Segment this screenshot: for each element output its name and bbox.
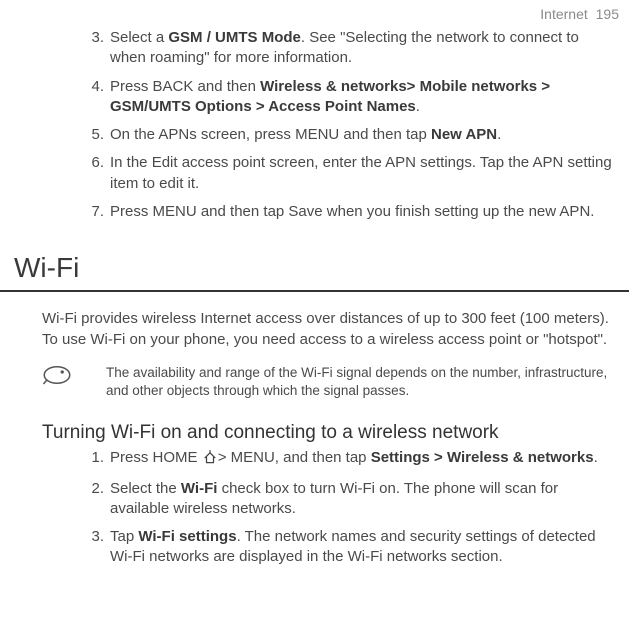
header-page-num: 195 [596,6,619,22]
list-item: 3. Tap Wi-Fi settings. The network names… [84,527,617,568]
home-icon [203,450,217,470]
list-item: 6. In the Edit access point screen, ente… [84,153,617,194]
list-item: 2. Select the Wi-Fi check box to turn Wi… [84,479,617,520]
note-block: The availability and range of the Wi-Fi … [0,364,637,400]
list-item: 3. Select a GSM / UMTS Mode. See "Select… [84,28,617,69]
item-text: Select the Wi-Fi check box to turn Wi-Fi… [110,479,617,520]
ordered-list-wifi: 1. Press HOME > MENU, and then tap Setti… [0,448,637,567]
list-item: 4. Press BACK and then Wireless & networ… [84,77,617,118]
item-number: 6. [84,153,104,194]
item-number: 3. [84,527,104,568]
item-text: Select a GSM / UMTS Mode. See "Selecting… [110,28,617,69]
wifi-subheading: Turning Wi-Fi on and connecting to a wir… [0,422,637,444]
list-item: 5. On the APNs screen, press MENU and th… [84,125,617,145]
item-number: 1. [84,448,104,470]
item-number: 4. [84,77,104,118]
header-section: Internet [540,6,587,22]
item-text: Press HOME > MENU, and then tap Settings… [110,448,617,470]
item-text: In the Edit access point screen, enter t… [110,153,617,194]
wifi-intro: Wi-Fi provides wireless Internet access … [0,292,637,350]
note-icon [42,364,86,400]
section-title-wifi: Wi-Fi [0,252,629,292]
page-content: 3. Select a GSM / UMTS Mode. See "Select… [0,0,637,568]
list-item: 7. Press MENU and then tap Save when you… [84,202,617,222]
item-text: Press MENU and then tap Save when you fi… [110,202,617,222]
item-number: 3. [84,28,104,69]
note-text: The availability and range of the Wi-Fi … [86,364,619,400]
item-number: 7. [84,202,104,222]
item-text: Press BACK and then Wireless & networks>… [110,77,617,118]
item-text: Tap Wi-Fi settings. The network names an… [110,527,617,568]
item-text: On the APNs screen, press MENU and then … [110,125,617,145]
page-header: Internet 195 [540,6,619,22]
ordered-list-top: 3. Select a GSM / UMTS Mode. See "Select… [0,28,637,222]
list-item: 1. Press HOME > MENU, and then tap Setti… [84,448,617,470]
item-number: 5. [84,125,104,145]
item-number: 2. [84,479,104,520]
